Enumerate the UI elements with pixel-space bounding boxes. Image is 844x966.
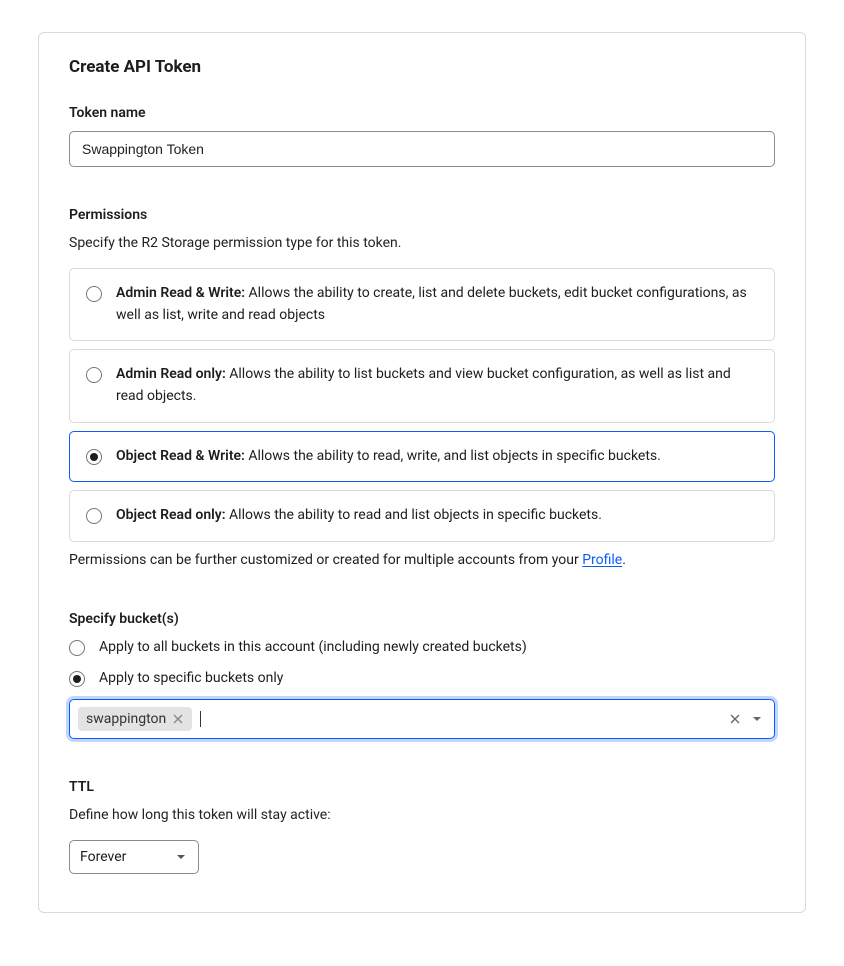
radio-icon	[69, 640, 85, 656]
radio-icon	[86, 367, 102, 383]
permission-title: Object Read & Write:	[116, 448, 245, 464]
bucket-option-all[interactable]: Apply to all buckets in this account (in…	[69, 637, 775, 656]
permission-option[interactable]: Object Read & Write: Allows the ability …	[69, 431, 775, 483]
page-title: Create API Token	[69, 57, 775, 77]
bucket-chip-label: swappington	[86, 711, 166, 727]
clear-all-icon[interactable]	[728, 712, 742, 726]
ttl-section: TTL Define how long this token will stay…	[69, 779, 775, 874]
permission-title: Object Read only:	[116, 507, 226, 523]
token-name-label: Token name	[69, 105, 775, 121]
ttl-value: Forever	[80, 849, 126, 865]
token-name-input[interactable]	[69, 131, 775, 167]
chevron-down-icon[interactable]	[750, 712, 764, 726]
buckets-section: Specify bucket(s) Apply to all buckets i…	[69, 611, 775, 739]
chip-remove-icon[interactable]	[172, 713, 184, 725]
permissions-section: Permissions Specify the R2 Storage permi…	[69, 207, 775, 571]
footnote-post: .	[622, 552, 626, 568]
radio-icon	[69, 671, 85, 687]
text-cursor	[200, 711, 201, 727]
create-token-card: Create API Token Token name Permissions …	[38, 32, 806, 913]
permission-text: Admin Read only: Allows the ability to l…	[116, 364, 758, 407]
bucket-option-specific-label: Apply to specific buckets only	[99, 670, 283, 686]
multiselect-controls	[728, 712, 764, 726]
permission-desc: Allows the ability to read, write, and l…	[245, 448, 661, 464]
radio-icon	[86, 449, 102, 465]
permissions-footnote: Permissions can be further customized or…	[69, 550, 775, 571]
bucket-multiselect[interactable]: swappington	[69, 699, 775, 739]
ttl-desc: Define how long this token will stay act…	[69, 805, 775, 826]
permissions-desc: Specify the R2 Storage permission type f…	[69, 233, 775, 254]
bucket-option-specific[interactable]: Apply to specific buckets only	[69, 668, 775, 687]
permission-text: Object Read only: Allows the ability to …	[116, 505, 602, 527]
permission-option[interactable]: Admin Read & Write: Allows the ability t…	[69, 268, 775, 341]
permission-title: Admin Read only:	[116, 366, 226, 382]
footnote-pre: Permissions can be further customized or…	[69, 552, 582, 568]
bucket-chip: swappington	[78, 707, 192, 731]
radio-icon	[86, 286, 102, 302]
permission-option[interactable]: Admin Read only: Allows the ability to l…	[69, 349, 775, 422]
buckets-label: Specify bucket(s)	[69, 611, 775, 627]
permission-text: Object Read & Write: Allows the ability …	[116, 446, 661, 468]
permission-option[interactable]: Object Read only: Allows the ability to …	[69, 490, 775, 542]
ttl-label: TTL	[69, 779, 775, 795]
permission-text: Admin Read & Write: Allows the ability t…	[116, 283, 758, 326]
permissions-label: Permissions	[69, 207, 775, 223]
permission-title: Admin Read & Write:	[116, 285, 245, 301]
token-name-section: Token name	[69, 105, 775, 167]
chevron-down-icon	[174, 850, 188, 864]
profile-link[interactable]: Profile	[582, 552, 622, 568]
bucket-option-all-label: Apply to all buckets in this account (in…	[99, 639, 527, 655]
permission-desc: Allows the ability to read and list obje…	[226, 507, 602, 523]
ttl-select[interactable]: Forever	[69, 840, 199, 874]
radio-icon	[86, 508, 102, 524]
